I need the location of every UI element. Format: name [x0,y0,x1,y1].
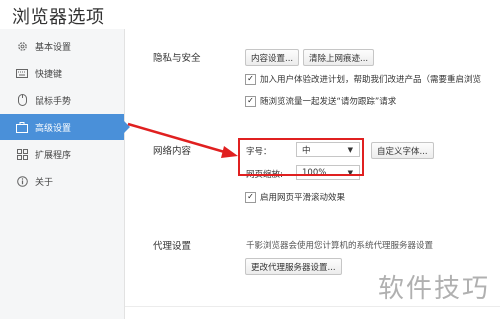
divider [125,306,500,307]
change-proxy-settings-button[interactable]: 更改代理服务器设置... [245,258,342,275]
watermark: 软件技巧 [377,274,490,304]
proxy-description: 千影浏览器会使用您计算机的系统代理服务器设置 [246,241,434,251]
section-label-proxy: 代理设置 [153,241,192,252]
